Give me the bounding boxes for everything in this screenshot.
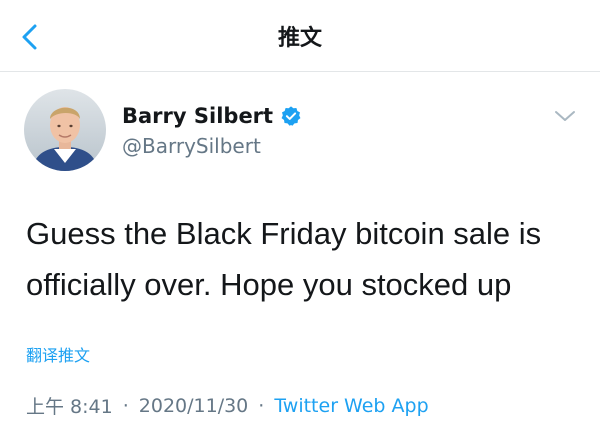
tweet-date: 2020/11/30	[138, 394, 249, 417]
tweet-metadata: 上午 8:41 · 2020/11/30 · Twitter Web App	[26, 392, 429, 419]
tweet-source-link[interactable]: Twitter Web App	[274, 395, 428, 417]
author-handle[interactable]: @BarrySilbert	[122, 134, 261, 158]
page-title: 推文	[277, 26, 322, 51]
author-name[interactable]: Barry Silbert	[122, 104, 273, 128]
verified-badge-icon	[281, 106, 301, 126]
translate-tweet-link[interactable]: 翻译推文	[26, 342, 90, 366]
separator-dot: ·	[122, 394, 129, 417]
tweet-time: 上午 8:41	[26, 396, 113, 418]
tweet-text: Guess the Black Friday bitcoin sale is o…	[26, 216, 542, 302]
chevron-down-icon[interactable]	[551, 106, 579, 126]
navigation-bar: 推文	[0, 0, 600, 72]
separator-dot: ·	[258, 394, 265, 417]
author-name-row[interactable]: Barry Silbert	[122, 101, 302, 131]
avatar[interactable]	[24, 89, 106, 171]
